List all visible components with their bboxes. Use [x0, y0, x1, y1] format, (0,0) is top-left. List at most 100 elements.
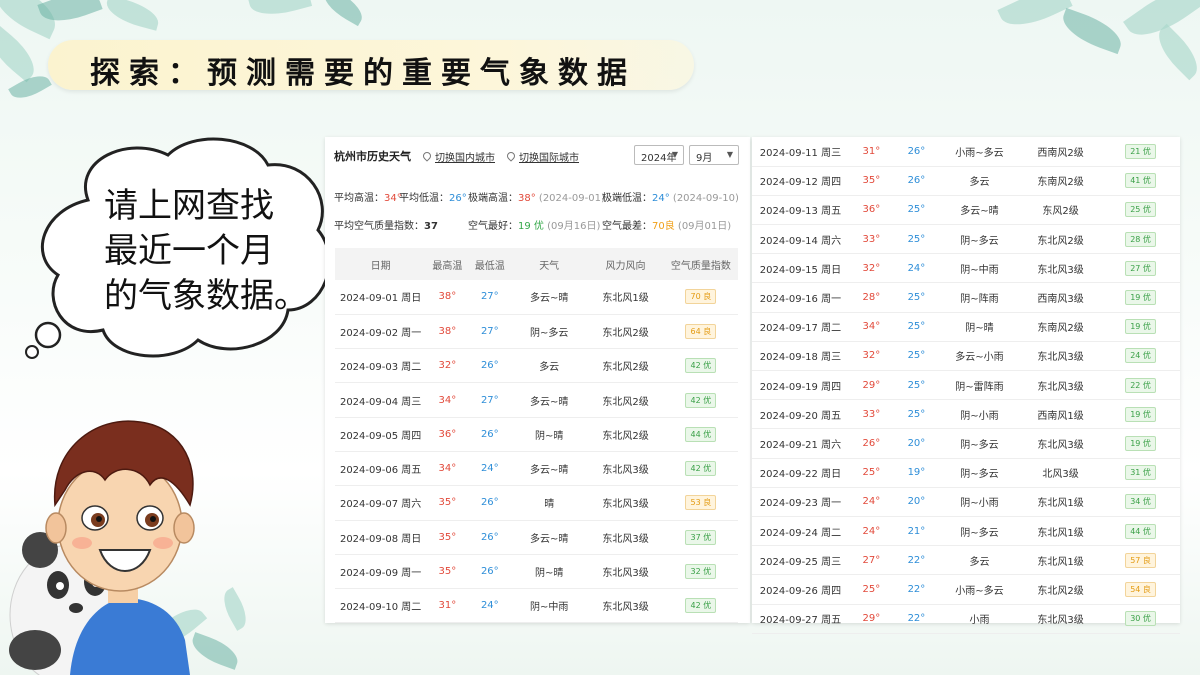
- low-temp-cell: 21°: [893, 516, 939, 547]
- low-temp-cell: 25°: [893, 399, 939, 430]
- column-header: 日期: [335, 248, 427, 280]
- table-row: 2024-09-20 周五 33° 25° 阴~小雨 西南风1级 19 优: [752, 399, 1180, 430]
- low-temp-cell: 25°: [893, 312, 939, 342]
- low-temp-cell: 22°: [893, 545, 939, 576]
- weather-cell: 多云: [511, 348, 588, 384]
- high-temp-cell: 36°: [848, 195, 894, 226]
- column-header: 风力风向: [587, 248, 664, 280]
- extreme-low-stat: 极端低温：24° (2024-09-10): [602, 189, 739, 204]
- aqi-badge: 54 良: [1125, 581, 1156, 597]
- low-temp-cell: 20°: [893, 487, 939, 517]
- weather-cell: 多云~晴: [511, 451, 588, 487]
- weather-cell: 多云~晴: [511, 382, 588, 418]
- high-temp-cell: 38°: [426, 280, 469, 315]
- weather-cell: 多云~小雨: [938, 341, 1021, 372]
- table-row: 2024-09-14 周六 33° 25° 阴~多云 东北风2级 28 优: [752, 224, 1180, 255]
- date-cell: 2024-09-01 周日: [335, 280, 427, 315]
- table-row: 2024-09-01 周日 38° 27° 多云~晴 东北风1级 70 良: [335, 280, 738, 315]
- switch-international-city-link[interactable]: 切换国际城市: [519, 149, 579, 164]
- aqi-badge: 42 优: [685, 598, 717, 614]
- low-temp-cell: 27°: [468, 314, 512, 350]
- city-title: 杭州市历史天气: [334, 150, 411, 163]
- date-cell: 2024-09-23 周一: [752, 487, 849, 517]
- low-temp-cell: 26°: [468, 417, 512, 452]
- aqi-cell: 64 良: [663, 314, 738, 350]
- table-row: 2024-09-27 周五 29° 22° 小雨 东北风3级 30 优: [752, 604, 1180, 634]
- aqi-badge: 25 优: [1125, 202, 1156, 218]
- wind-cell: 东北风3级: [1020, 604, 1102, 634]
- stat-value: 70良: [652, 221, 675, 232]
- avg-low-stat: 平均低温：26°: [399, 189, 467, 204]
- stat-label: 平均低温：: [399, 193, 449, 204]
- aqi-cell: 21 优: [1101, 137, 1180, 167]
- aqi-cell: 44 优: [1101, 516, 1180, 547]
- table-row: 2024-09-22 周日 25° 19° 阴~多云 北风3级 31 优: [752, 458, 1180, 488]
- aqi-badge: 32 优: [685, 564, 717, 580]
- table-row: 2024-09-04 周三 34° 27° 多云~晴 东北风2级 42 优: [335, 382, 738, 418]
- wind-cell: 东北风3级: [587, 520, 664, 555]
- low-temp-cell: 20°: [893, 428, 939, 459]
- weather-cell: 多云~晴: [511, 280, 588, 315]
- wind-cell: 西南风1级: [1020, 399, 1102, 430]
- stat-date: (09月01日): [677, 221, 732, 232]
- low-temp-cell: 25°: [893, 370, 939, 401]
- low-temp-cell: 26°: [893, 166, 939, 196]
- weather-cell: 小雨: [938, 604, 1021, 634]
- stat-label: 空气最好：: [468, 221, 518, 232]
- high-temp-cell: 29°: [848, 604, 894, 634]
- stat-date: (09月16日): [547, 221, 601, 232]
- weather-cell: 阴~多云: [511, 314, 588, 350]
- month-select-value: 9月: [696, 153, 713, 164]
- aqi-badge: 19 优: [1125, 290, 1156, 306]
- column-header: 最低温: [468, 248, 512, 280]
- date-cell: 2024-09-13 周五: [752, 195, 849, 226]
- location-pin-icon: [505, 150, 517, 162]
- stat-value: 26°: [449, 193, 467, 204]
- year-select[interactable]: 2024年 ▼: [634, 145, 684, 165]
- wind-cell: 东北风1级: [1020, 545, 1102, 576]
- aqi-badge: 70 良: [685, 289, 717, 305]
- switch-domestic-city-link[interactable]: 切换国内城市: [435, 149, 495, 164]
- aqi-badge: 19 优: [1125, 319, 1156, 335]
- weather-cell: 阴~小雨: [938, 487, 1021, 517]
- table-row: 2024-09-06 周五 34° 24° 多云~晴 东北风3级 42 优: [335, 451, 738, 487]
- date-cell: 2024-09-10 周二: [335, 588, 427, 624]
- wind-cell: 东北风3级: [587, 588, 664, 624]
- table-row: 2024-09-12 周四 35° 26° 多云 东南风2级 41 优: [752, 166, 1180, 196]
- stat-label: 平均高温：: [334, 193, 384, 204]
- weather-cell: 阴~阵雨: [938, 282, 1021, 313]
- extreme-high-stat: 极端高温：38° (2024-09-01): [468, 189, 605, 204]
- high-temp-cell: 25°: [848, 458, 894, 488]
- wind-cell: 东北风1级: [587, 280, 664, 315]
- table-row: 2024-09-15 周日 32° 24° 阴~中雨 东北风3级 27 优: [752, 253, 1180, 284]
- avg-aqi-stat: 平均空气质量指数：37: [334, 217, 438, 232]
- aqi-badge: 44 优: [685, 426, 717, 442]
- date-cell: 2024-09-18 周三: [752, 341, 849, 372]
- high-temp-cell: 35°: [426, 554, 469, 590]
- date-cell: 2024-09-22 周日: [752, 458, 849, 488]
- date-cell: 2024-09-06 周五: [335, 451, 427, 487]
- aqi-badge: 37 优: [685, 529, 717, 545]
- aqi-badge: 42 优: [685, 392, 717, 408]
- stat-label: 平均空气质量指数：: [334, 221, 424, 232]
- table-header-row: 日期 最高温 最低温 天气 风力风向 空气质量指数: [335, 248, 738, 280]
- table-row: 2024-09-07 周六 35° 26° 晴东北风3级 53 良: [335, 485, 738, 521]
- aqi-badge: 19 优: [1125, 435, 1156, 451]
- aqi-cell: 42 优: [663, 382, 738, 418]
- worst-air-stat: 空气最差：70良 (09月01日): [602, 217, 731, 232]
- aqi-cell: 42 优: [663, 348, 738, 384]
- month-select[interactable]: 9月 ▼: [689, 145, 739, 165]
- wind-cell: 东南风2级: [1020, 166, 1102, 196]
- low-temp-cell: 26°: [468, 485, 512, 521]
- wind-cell: 东北风3级: [587, 451, 664, 487]
- wind-cell: 东北风2级: [587, 348, 664, 384]
- table-row: 2024-09-18 周三 32° 25° 多云~小雨 东北风3级 24 优: [752, 341, 1180, 372]
- high-temp-cell: 35°: [426, 520, 469, 555]
- wind-cell: 西南风2级: [1020, 137, 1102, 167]
- date-cell: 2024-09-24 周二: [752, 516, 849, 547]
- aqi-cell: 19 优: [1101, 428, 1180, 459]
- table-row: 2024-09-05 周四 36° 26° 阴~晴 东北风2级 44 优: [335, 417, 738, 452]
- high-temp-cell: 32°: [426, 348, 469, 384]
- weather-cell: 阴~多云: [938, 516, 1021, 547]
- high-temp-cell: 35°: [848, 166, 894, 196]
